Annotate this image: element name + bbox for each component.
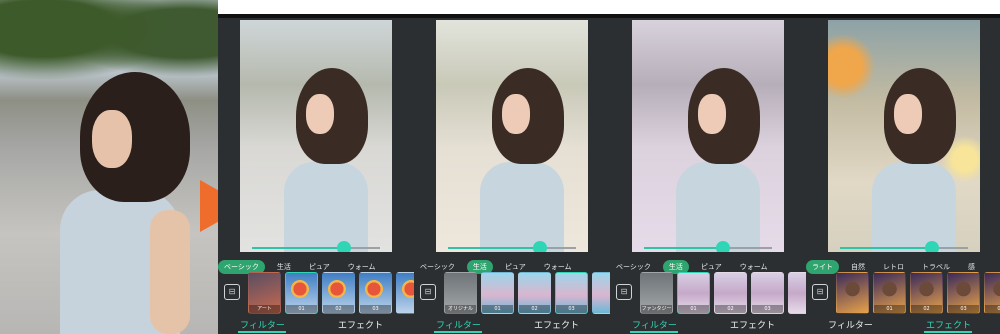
bottom-tabs: フィルター エフェクト xyxy=(610,316,806,333)
slider-knob[interactable] xyxy=(337,241,352,252)
filter-thumbnail-strip: ⊟ アート 01 02 03 xyxy=(218,270,414,314)
editor-screen: ベーシック 生活 ピュア ウォーム ⊟ アート 01 02 03 フィルター エフェクト xyxy=(218,18,414,334)
editor-screen: ライト自然レトロトラベル感 ⊟ 01 02 03 04 フィルター エフェクト xyxy=(806,18,1000,334)
tab-effect[interactable]: エフェクト xyxy=(534,318,579,331)
thumbnail-label: 03 xyxy=(556,305,587,313)
thumbnail-label: オリジナル xyxy=(445,305,476,313)
filter-category-bar: ベーシック 生活 ピュア ウォーム xyxy=(414,254,610,274)
filter-category-bar: ベーシック 生活 ピュア ウォーム xyxy=(218,254,414,274)
slider-fill xyxy=(644,247,724,249)
photo-subject-face xyxy=(698,94,726,134)
intensity-slider[interactable] xyxy=(840,241,968,252)
filter-thumbnail[interactable]: オリジナル xyxy=(444,272,477,314)
thumbnail-label: 04 xyxy=(985,305,1000,313)
thumbnail-label: 02 xyxy=(323,305,354,313)
photo-subject-face xyxy=(894,94,922,134)
active-tab-underline xyxy=(238,331,286,333)
filter-thumbnail[interactable]: 03 xyxy=(947,272,980,314)
compare-icon[interactable]: ⊟ xyxy=(224,284,240,300)
editor-screen: ベーシック 生活 ピュア ウォーム ⊟ オリジナル 01 02 03 フィルター エフェクト xyxy=(414,18,610,334)
slider-knob[interactable] xyxy=(716,241,731,252)
thumbnail-label: 02 xyxy=(715,305,746,313)
photo-subject-body xyxy=(676,162,760,252)
editor-screen: ベーシック 生活 ピュア ウォーム ⊟ ファンタジー 01 02 03 フィルター エフェクト xyxy=(610,18,806,334)
tab-filter[interactable]: フィルター xyxy=(828,318,873,331)
thumbnail-label: 01 xyxy=(482,305,513,313)
photo-subject-body xyxy=(480,162,564,252)
thumbnail-label: ファンタジー xyxy=(641,305,672,313)
slider-fill xyxy=(252,247,345,249)
filter-thumbnail[interactable] xyxy=(788,272,806,314)
thumbnail-label: 02 xyxy=(911,305,942,313)
hero-face xyxy=(92,110,132,168)
thumbnail-label: 01 xyxy=(286,305,317,313)
slider-knob[interactable] xyxy=(925,241,940,252)
tab-effect[interactable]: エフェクト xyxy=(730,318,775,331)
filter-thumbnail[interactable]: 01 xyxy=(481,272,514,314)
filter-thumbnail[interactable]: 04 xyxy=(984,272,1000,314)
bottom-tabs: フィルター エフェクト xyxy=(806,316,1000,333)
tab-filter[interactable]: フィルター xyxy=(632,318,677,331)
filter-thumbnail[interactable]: 02 xyxy=(910,272,943,314)
compare-icon[interactable]: ⊟ xyxy=(420,284,436,300)
photo-subject-body xyxy=(284,162,368,252)
intensity-slider[interactable] xyxy=(644,241,772,252)
hero-arm xyxy=(150,210,190,334)
photo-subject-face xyxy=(502,94,530,134)
intensity-slider[interactable] xyxy=(252,241,380,252)
filter-thumbnail-strip: ⊟ オリジナル 01 02 03 xyxy=(414,270,610,314)
slider-fill xyxy=(448,247,541,249)
preview-photo xyxy=(240,20,392,252)
filter-thumbnail[interactable]: 02 xyxy=(322,272,355,314)
compare-icon[interactable]: ⊟ xyxy=(616,284,632,300)
filter-thumbnail[interactable] xyxy=(396,272,414,314)
thumbnail-label: 03 xyxy=(948,305,979,313)
thumbnail-label: アート xyxy=(249,305,280,313)
preview-photo xyxy=(828,20,980,252)
filter-thumbnail[interactable]: 03 xyxy=(751,272,784,314)
intensity-slider[interactable] xyxy=(448,241,576,252)
filter-category-bar: ライト 自然 レトロ トラベル感 xyxy=(806,254,1000,274)
photo-subject-face xyxy=(306,94,334,134)
filter-thumbnail[interactable]: アート xyxy=(248,272,281,314)
tab-filter[interactable]: フィルター xyxy=(436,318,481,331)
filter-thumbnail[interactable]: ファンタジー xyxy=(640,272,673,314)
compare-icon[interactable]: ⊟ xyxy=(812,284,828,300)
filter-thumbnail[interactable]: 01 xyxy=(285,272,318,314)
filter-thumbnail[interactable]: 03 xyxy=(555,272,588,314)
filter-category-bar: ベーシック 生活 ピュア ウォーム xyxy=(610,254,806,274)
tab-effect[interactable]: エフェクト xyxy=(926,318,971,331)
preview-photo xyxy=(632,20,784,252)
hero-photo xyxy=(0,0,218,334)
tab-effect[interactable]: エフェクト xyxy=(338,318,383,331)
filter-thumbnail-strip: ⊟ ファンタジー 01 02 03 xyxy=(610,270,806,314)
filter-thumbnail[interactable] xyxy=(836,272,869,314)
thumbnail-label: 01 xyxy=(874,305,905,313)
thumbnail-label: 03 xyxy=(752,305,783,313)
filter-thumbnail[interactable]: 02 xyxy=(714,272,747,314)
tab-filter[interactable]: フィルター xyxy=(240,318,285,331)
filter-thumbnail[interactable]: 01 xyxy=(873,272,906,314)
thumbnail-label: 03 xyxy=(360,305,391,313)
bottom-tabs: フィルター エフェクト xyxy=(414,316,610,333)
thumbnail-label: 02 xyxy=(519,305,550,313)
filter-thumbnail[interactable]: 02 xyxy=(518,272,551,314)
filter-thumbnail-strip: ⊟ 01 02 03 04 xyxy=(806,270,1000,314)
preview-photo xyxy=(436,20,588,252)
active-tab-underline xyxy=(924,331,972,333)
filter-thumbnail[interactable]: 03 xyxy=(359,272,392,314)
active-tab-underline xyxy=(434,331,482,333)
filter-thumbnail[interactable]: 01 xyxy=(677,272,710,314)
thumbnail-label: 01 xyxy=(678,305,709,313)
photo-subject-body xyxy=(872,162,956,252)
filter-thumbnail[interactable] xyxy=(592,272,610,314)
slider-knob[interactable] xyxy=(533,241,548,252)
bottom-tabs: フィルター エフェクト xyxy=(218,316,414,333)
active-tab-underline xyxy=(630,331,678,333)
slider-fill xyxy=(840,247,933,249)
